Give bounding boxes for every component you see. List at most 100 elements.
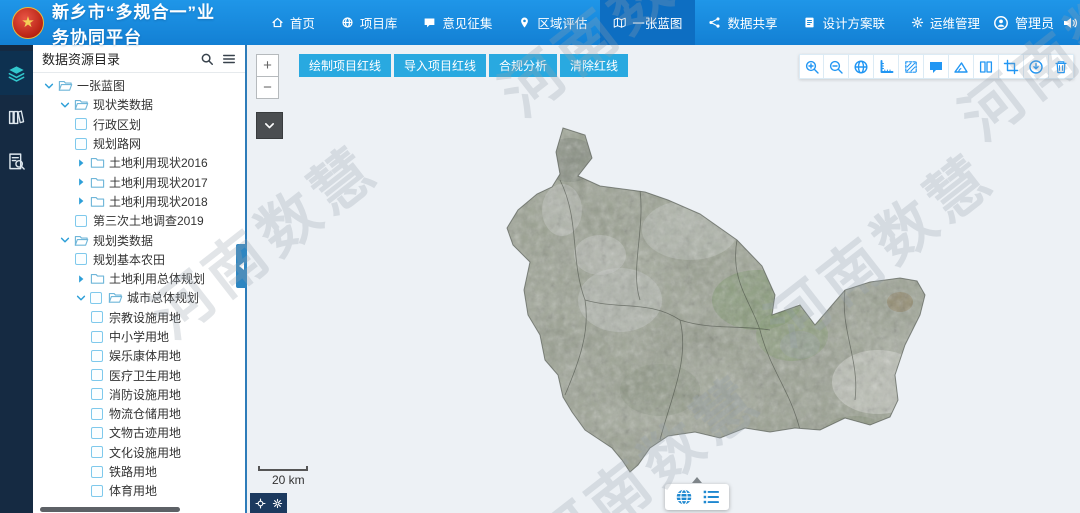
redline-button-导入项目红线[interactable]: 导入项目红线 xyxy=(394,54,487,77)
horizontal-scrollbar[interactable] xyxy=(40,507,180,512)
tool-clip[interactable] xyxy=(999,54,1024,79)
rail-item-docsearch[interactable] xyxy=(0,139,33,183)
zoom-in-button[interactable]: + xyxy=(256,54,279,77)
nav-label: 区域评估 xyxy=(537,17,588,31)
layer-checkbox[interactable] xyxy=(91,369,103,382)
docsearch-icon xyxy=(9,152,25,170)
tool-trash[interactable] xyxy=(1049,54,1074,79)
layer-sidebar: 数据资源目录 一张蓝图 现状类数据 行政区划 规划路网 土地利用现状2016 土地利用现状… xyxy=(33,45,247,513)
comment2-icon xyxy=(930,61,942,73)
nav-item-设计方案联[interactable]: 设计方案联 xyxy=(790,0,898,45)
sidebar-collapse-handle[interactable] xyxy=(236,244,247,288)
layer-checkbox[interactable] xyxy=(91,484,103,497)
hamburger-list-icon[interactable] xyxy=(222,52,236,66)
crosshair-icon[interactable] xyxy=(254,497,266,509)
legend-list-icon[interactable] xyxy=(702,488,720,506)
tree-item[interactable]: 物流仓储用地 xyxy=(33,404,243,423)
tool-ruler[interactable] xyxy=(874,54,899,79)
redline-button-合规分析[interactable]: 合规分析 xyxy=(489,54,558,77)
tool-comment2[interactable] xyxy=(924,54,949,79)
tree-item[interactable]: 行政区划 xyxy=(33,115,243,134)
tree-item[interactable]: 一张蓝图 xyxy=(33,76,243,95)
layer-tree: 一张蓝图 现状类数据 行政区划 规划路网 土地利用现状2016 土地利用现状2017 土地利… xyxy=(33,76,243,505)
map-area[interactable]: + − 绘制项目红线 导入项目红线 合规分析 清除红线 20 km xyxy=(247,45,1080,513)
tree-item-label: 铁路用地 xyxy=(109,465,158,480)
layer-checkbox[interactable] xyxy=(91,330,103,343)
tree-item[interactable]: 文化设施用地 xyxy=(33,443,243,462)
nav-item-首页[interactable]: 首页 xyxy=(258,0,328,45)
layer-checkbox[interactable] xyxy=(91,349,103,362)
nav-item-项目库[interactable]: 项目库 xyxy=(328,0,411,45)
layer-checkbox[interactable] xyxy=(91,407,103,420)
tree-item[interactable]: 消防设施用地 xyxy=(33,385,243,404)
tree-item[interactable]: 医疗卫生用地 xyxy=(33,365,243,384)
tool-swipe[interactable] xyxy=(974,54,999,79)
tree-item[interactable]: 宗教设施用地 xyxy=(33,308,243,327)
layer-checkbox[interactable] xyxy=(91,426,103,439)
rail-item-layers[interactable] xyxy=(0,51,33,95)
layer-checkbox[interactable] xyxy=(75,253,87,266)
tree-item[interactable]: 规划基本农田 xyxy=(33,250,243,269)
tree-item-label: 规划基本农田 xyxy=(93,252,166,267)
speaker-icon[interactable] xyxy=(1062,15,1078,31)
tree-item[interactable]: 文物古迹用地 xyxy=(33,423,243,442)
rail-item-books[interactable] xyxy=(0,95,33,139)
tool-zoom-out[interactable] xyxy=(824,54,849,79)
satellite-imagery[interactable] xyxy=(247,45,1080,513)
layer-checkbox[interactable] xyxy=(90,291,102,304)
tool-zoom-in[interactable] xyxy=(799,54,824,79)
layer-checkbox[interactable] xyxy=(91,465,103,478)
nav-item-区域评估[interactable]: 区域评估 xyxy=(505,0,600,45)
tri-right-icon xyxy=(79,197,84,206)
basemap-toggle-button[interactable] xyxy=(256,112,283,139)
layer-checkbox[interactable] xyxy=(75,137,87,150)
user-menu[interactable]: 管理员 xyxy=(993,13,1054,32)
tree-item[interactable]: 规划路网 xyxy=(33,134,243,153)
tree-item[interactable]: 土地利用现状2017 xyxy=(33,172,243,191)
layer-checkbox[interactable] xyxy=(75,118,87,131)
nav-label: 运维管理 xyxy=(929,17,980,31)
tree-item[interactable]: 规划类数据 xyxy=(33,230,243,249)
tool-globe2[interactable] xyxy=(849,54,874,79)
tree-item[interactable]: 土地利用现状2016 xyxy=(33,153,243,172)
nav-item-一张蓝图[interactable]: 一张蓝图 xyxy=(600,0,696,45)
search-icon[interactable] xyxy=(200,52,214,66)
sidebar-header: 数据资源目录 xyxy=(33,45,245,73)
tree-item[interactable]: 土地利用总体规划 xyxy=(33,269,243,288)
tree-item-label: 消防设施用地 xyxy=(109,387,182,402)
user-icon xyxy=(994,15,1008,30)
tree-item-label: 城市总体规划 xyxy=(127,291,200,306)
tree-item[interactable]: 铁路用地 xyxy=(33,462,243,481)
layer-checkbox[interactable] xyxy=(91,311,103,324)
tree-item[interactable]: 现状类数据 xyxy=(33,95,243,114)
nav-item-运维管理[interactable]: 运维管理 xyxy=(898,0,993,45)
chevron-up-icon[interactable] xyxy=(692,477,702,483)
globe-icon[interactable] xyxy=(675,488,693,506)
tree-item[interactable]: 娱乐康体用地 xyxy=(33,346,243,365)
nav-item-数据共享[interactable]: 数据共享 xyxy=(695,0,790,45)
tool-slope[interactable] xyxy=(949,54,974,79)
redline-button-清除红线[interactable]: 清除红线 xyxy=(560,54,629,77)
tree-item[interactable]: 第三次土地调查2019 xyxy=(33,211,243,230)
share-icon xyxy=(709,17,720,28)
layer-checkbox[interactable] xyxy=(75,214,87,227)
folder-open-icon xyxy=(74,100,89,111)
tree-item[interactable]: 土地利用现状2018 xyxy=(33,192,243,211)
nav-label: 意见征集 xyxy=(442,17,493,31)
doc-icon xyxy=(805,17,815,28)
folder-icon xyxy=(90,196,105,207)
redline-button-绘制项目红线[interactable]: 绘制项目红线 xyxy=(299,54,392,77)
zoom-out-button[interactable]: − xyxy=(256,76,279,99)
tree-item[interactable]: 城市总体规划 xyxy=(33,288,243,307)
layer-checkbox[interactable] xyxy=(91,388,103,401)
zoom-in-icon xyxy=(805,60,819,74)
tool-download[interactable] xyxy=(1024,54,1049,79)
gear-icon[interactable] xyxy=(272,498,283,509)
folder-icon xyxy=(90,158,105,169)
tree-item[interactable]: 体育用地 xyxy=(33,481,243,500)
nav-item-意见征集[interactable]: 意见征集 xyxy=(410,0,505,45)
tool-area[interactable] xyxy=(899,54,924,79)
scale-label: 20 km xyxy=(272,473,305,487)
layer-checkbox[interactable] xyxy=(91,446,103,459)
tree-item[interactable]: 中小学用地 xyxy=(33,327,243,346)
